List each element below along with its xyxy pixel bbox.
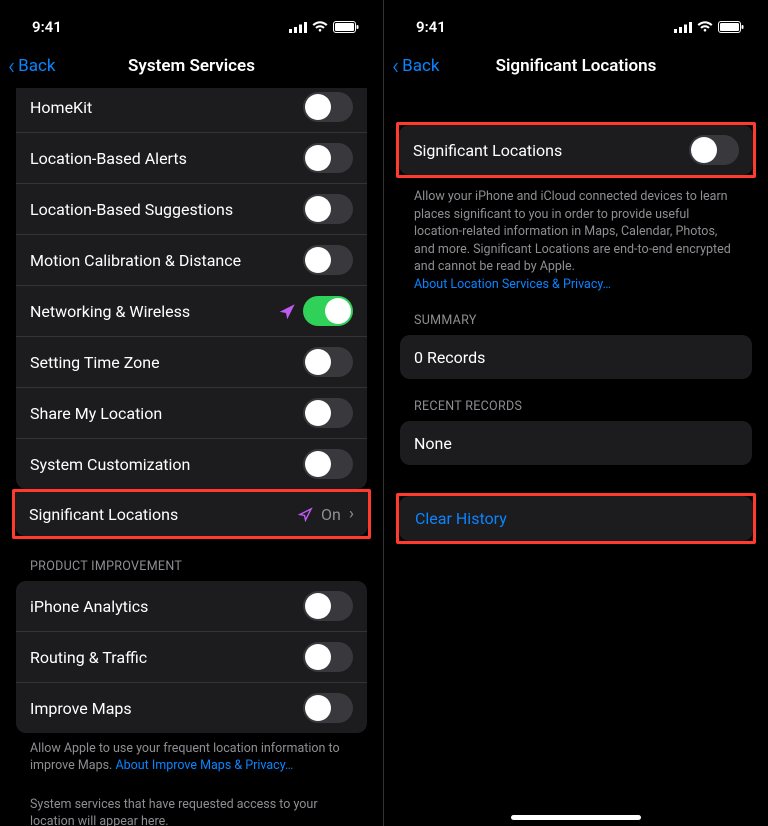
label-share: Share My Location <box>30 404 303 423</box>
back-chevron-icon: ‹ <box>392 54 399 78</box>
label-sigloc: Significant Locations <box>29 505 298 524</box>
row-summary[interactable]: 0 Records <box>400 335 752 379</box>
highlight-clear-history: Clear History <box>396 493 756 544</box>
desc-text: Allow your iPhone and iCloud connected d… <box>414 189 731 274</box>
status-icons <box>674 21 744 33</box>
battery-icon <box>333 21 359 33</box>
summary-value: 0 Records <box>414 348 485 367</box>
toggle-sigloc[interactable] <box>689 135 739 165</box>
toggle-custom[interactable] <box>303 449 353 479</box>
recent-value: None <box>414 434 452 453</box>
status-bar: 9:41 <box>384 0 768 44</box>
note-system-services: System services that have requested acce… <box>0 775 383 826</box>
toggle-timezone[interactable] <box>303 347 353 377</box>
toggle-alerts[interactable] <box>303 143 353 173</box>
back-chevron-icon: ‹ <box>8 54 15 78</box>
row-timezone[interactable]: Setting Time Zone <box>16 337 367 388</box>
footer-improve-maps: Allow Apple to use your frequent locatio… <box>0 733 383 775</box>
toggle-homekit[interactable] <box>303 92 353 122</box>
label-custom: System Customization <box>30 455 303 474</box>
content-right: Significant Locations Allow your iPhone … <box>384 88 768 544</box>
sigloc-description: Allow your iPhone and iCloud connected d… <box>384 178 768 293</box>
label-timezone: Setting Time Zone <box>30 353 303 372</box>
row-custom[interactable]: System Customization <box>16 439 367 489</box>
toggle-suggestions[interactable] <box>303 194 353 224</box>
label-suggestions: Location-Based Suggestions <box>30 200 303 219</box>
section-header-recent: RECENT RECORDS <box>384 379 768 421</box>
location-arrow-hollow-icon <box>298 507 313 522</box>
label-networking: Networking & Wireless <box>30 302 280 321</box>
label-sigloc: Significant Locations <box>413 141 562 160</box>
label-routing: Routing & Traffic <box>30 648 303 667</box>
back-label: Back <box>18 56 55 76</box>
battery-icon <box>718 21 744 33</box>
nav-bar: ‹ Back Significant Locations <box>384 44 768 88</box>
row-analytics[interactable]: iPhone Analytics <box>16 581 367 632</box>
recent-block: None <box>400 421 752 465</box>
highlight-sigloc-toggle: Significant Locations <box>396 122 756 178</box>
row-recent: None <box>400 421 752 465</box>
back-label: Back <box>402 56 439 76</box>
toggle-networking[interactable] <box>303 296 353 326</box>
row-networking[interactable]: Networking & Wireless <box>16 286 367 337</box>
back-button[interactable]: ‹ Back <box>392 54 440 78</box>
toggle-share[interactable] <box>303 398 353 428</box>
status-icons <box>289 21 359 33</box>
back-button[interactable]: ‹ Back <box>8 54 56 78</box>
label-alerts: Location-Based Alerts <box>30 149 303 168</box>
row-sigloc-toggle[interactable]: Significant Locations <box>399 125 753 175</box>
nav-title: System Services <box>128 56 255 76</box>
link-improve-maps-privacy[interactable]: About Improve Maps & Privacy… <box>115 758 293 773</box>
settings-list: HomeKit Location-Based Alerts Location-B… <box>16 88 367 489</box>
content-left: HomeKit Location-Based Alerts Location-B… <box>0 88 383 826</box>
status-bar: 9:41 <box>0 0 383 44</box>
label-improve: Improve Maps <box>30 699 303 718</box>
row-routing[interactable]: Routing & Traffic <box>16 632 367 683</box>
cellular-icon <box>289 22 307 33</box>
section-header-summary: SUMMARY <box>384 293 768 335</box>
wifi-icon <box>312 21 328 33</box>
toggle-improve[interactable] <box>303 693 353 723</box>
clear-history-block: Clear History <box>399 496 753 541</box>
status-time: 9:41 <box>32 18 62 36</box>
link-location-privacy[interactable]: About Location Services & Privacy… <box>414 277 611 292</box>
label-analytics: iPhone Analytics <box>30 597 303 616</box>
row-improve[interactable]: Improve Maps <box>16 683 367 733</box>
row-significant-locations[interactable]: Significant Locations On › <box>15 492 368 536</box>
nav-title: Significant Locations <box>496 56 657 76</box>
status-time: 9:41 <box>416 18 446 36</box>
product-improvement-list: iPhone Analytics Routing & Traffic Impro… <box>16 581 367 733</box>
chevron-right-icon: › <box>349 504 354 524</box>
wifi-icon <box>697 21 713 33</box>
phone-left: 9:41 ‹ Back System Services HomeKit Loca… <box>0 0 384 826</box>
toggle-analytics[interactable] <box>303 591 353 621</box>
clear-history-button[interactable]: Clear History <box>399 496 753 541</box>
label-motion: Motion Calibration & Distance <box>30 251 303 270</box>
phone-right: 9:41 ‹ Back Significant Locations Signif… <box>384 0 768 826</box>
toggle-routing[interactable] <box>303 642 353 672</box>
location-arrow-icon <box>280 304 295 319</box>
toggle-motion[interactable] <box>303 245 353 275</box>
highlight-significant-locations: Significant Locations On › <box>12 489 371 539</box>
row-motion[interactable]: Motion Calibration & Distance <box>16 235 367 286</box>
sigloc-value: On <box>321 505 341 524</box>
row-share[interactable]: Share My Location <box>16 388 367 439</box>
row-alerts[interactable]: Location-Based Alerts <box>16 133 367 184</box>
nav-bar: ‹ Back System Services <box>0 44 383 88</box>
label-homekit: HomeKit <box>30 98 303 117</box>
row-homekit[interactable]: HomeKit <box>16 88 367 133</box>
home-indicator[interactable] <box>511 815 641 820</box>
cellular-icon <box>674 22 692 33</box>
row-suggestions[interactable]: Location-Based Suggestions <box>16 184 367 235</box>
section-header-product-improvement: PRODUCT IMPROVEMENT <box>0 539 383 581</box>
summary-block: 0 Records <box>400 335 752 379</box>
